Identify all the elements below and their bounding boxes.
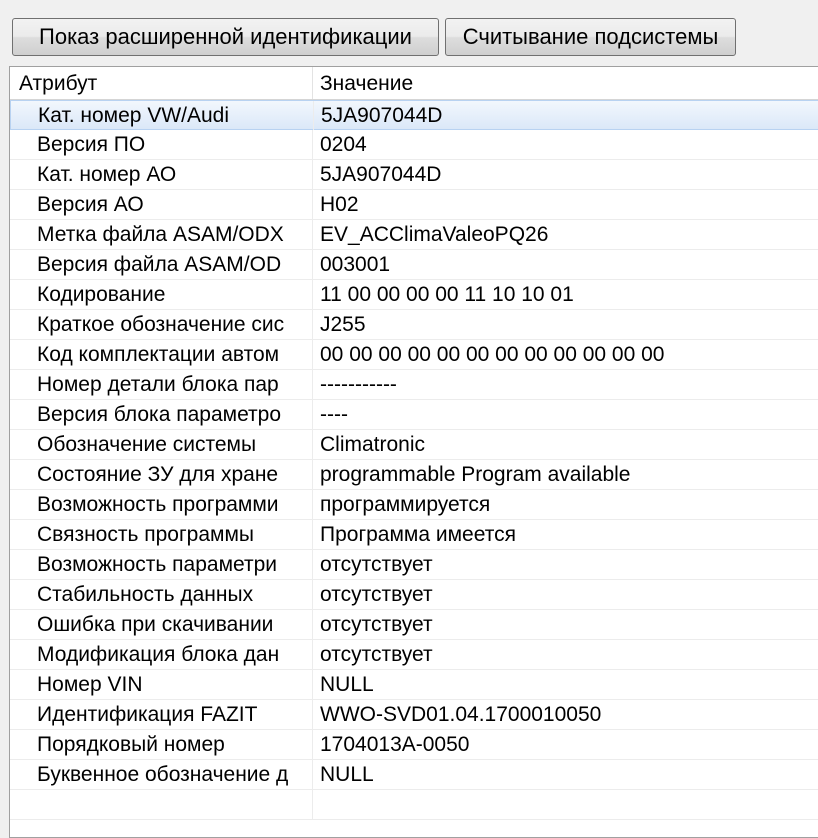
value-cell: 5JA907044D xyxy=(320,163,442,186)
attribute-cell: Стабильность данных xyxy=(10,580,313,609)
table-row[interactable]: Код комплектации автом 00 00 00 00 00 00 … xyxy=(10,340,818,370)
attribute-cell: Код комплектации автом xyxy=(10,340,313,369)
attribute-cell: Метка файла ASAM/ODX xyxy=(10,220,313,249)
attribute-cell: Номер детали блока пар xyxy=(10,370,313,399)
value-cell: ----------- xyxy=(320,373,397,396)
attribute-cell: Кодирование xyxy=(10,280,313,309)
table-header: Атрибут Значение xyxy=(10,67,818,100)
value-cell: 11 00 00 00 00 11 10 10 01 xyxy=(320,283,574,306)
attribute-cell: Версия блока параметро xyxy=(10,400,313,429)
value-cell: 00 00 00 00 00 00 00 00 00 00 00 00 xyxy=(320,343,665,366)
read-subsystem-button[interactable]: Считывание подсистемы xyxy=(445,18,736,56)
value-cell: 5JA907044D xyxy=(321,104,443,127)
attribute-cell: Возможность программи xyxy=(10,490,313,519)
table-row[interactable]: Буквенное обозначение д NULL xyxy=(10,760,818,790)
value-cell: отсутствует xyxy=(320,643,433,666)
value-cell: programmable Program available xyxy=(320,463,631,486)
attribute-cell: Состояние ЗУ для хране xyxy=(10,460,313,489)
value-cell: Climatronic xyxy=(320,433,426,456)
value-cell: EV_ACClimaValeoPQ26 xyxy=(320,223,549,246)
attribute-cell: Обозначение системы xyxy=(10,430,313,459)
attribute-cell: Идентификация FAZIT xyxy=(10,700,313,729)
value-cell: отсутствует xyxy=(320,613,433,636)
attribute-cell: Порядковый номер xyxy=(10,730,313,759)
table-row[interactable]: Кат. номер АО 5JA907044D xyxy=(10,160,818,190)
value-cell: программируется xyxy=(320,493,491,516)
value-cell: WWO-SVD01.04.1700010050 xyxy=(320,703,602,726)
attribute-cell: Буквенное обозначение д xyxy=(10,760,313,789)
table-row[interactable]: Номер VIN NULL xyxy=(10,670,818,700)
value-cell: 0204 xyxy=(320,133,367,156)
attribute-cell: Модификация блока дан xyxy=(10,640,313,669)
table-row[interactable]: Состояние ЗУ для хране programmable Progr… xyxy=(10,460,818,490)
attribute-cell: Краткое обозначение сис xyxy=(10,310,313,339)
value-cell: ---- xyxy=(320,403,348,426)
table-row[interactable]: Краткое обозначение сис J255 xyxy=(10,310,818,340)
value-cell: 1704013A-0050 xyxy=(320,733,470,756)
table-row[interactable]: Версия блока параметро ---- xyxy=(10,400,818,430)
table-row[interactable]: Ошибка при скачивании отсутствует xyxy=(10,610,818,640)
table-row[interactable]: Связность программы Программа имеется xyxy=(10,520,818,550)
attribute-cell: Возможность параметри xyxy=(10,550,313,579)
attribute-cell xyxy=(10,790,313,819)
value-cell: 003001 xyxy=(320,253,391,276)
column-header-attribute[interactable]: Атрибут xyxy=(10,67,313,99)
value-cell xyxy=(313,790,818,819)
table-row[interactable]: Версия ПО 0204 xyxy=(10,130,818,160)
table-row[interactable]: Идентификация FAZIT WWO-SVD01.04.17000100… xyxy=(10,700,818,730)
table-row[interactable]: Кат. номер VW/Audi 5JA907044D xyxy=(10,100,818,130)
attribute-cell: Версия ПО xyxy=(10,130,313,159)
attribute-cell: Кат. номер АО xyxy=(10,160,313,189)
table-row[interactable]: Возможность программи программируется xyxy=(10,490,818,520)
attribute-cell: Кат. номер VW/Audi xyxy=(11,101,314,130)
table-row[interactable]: Метка файла ASAM/ODX EV_ACClimaValeoPQ26 xyxy=(10,220,818,250)
table-row[interactable]: Версия файла ASAM/OD 003001 xyxy=(10,250,818,280)
table-row[interactable]: Версия АО H02 xyxy=(10,190,818,220)
table-row[interactable]: Обозначение системы Climatronic xyxy=(10,430,818,460)
attribute-cell: Номер VIN xyxy=(10,670,313,699)
table-body: Кат. номер VW/Audi 5JA907044D Версия ПО 020… xyxy=(10,100,818,820)
table-row[interactable]: Порядковый номер 1704013A-0050 xyxy=(10,730,818,760)
identification-table: Атрибут Значение Кат. номер VW/Audi 5JA90… xyxy=(9,66,818,838)
attribute-cell: Ошибка при скачивании xyxy=(10,610,313,639)
value-cell: NULL xyxy=(320,673,374,696)
table-row[interactable]: Возможность параметри отсутствует xyxy=(10,550,818,580)
value-cell: отсутствует xyxy=(320,583,433,606)
table-row[interactable] xyxy=(10,790,818,820)
value-cell: NULL xyxy=(320,763,374,786)
table-row[interactable]: Номер детали блока пар ----------- xyxy=(10,370,818,400)
table-row[interactable]: Стабильность данных отсутствует xyxy=(10,580,818,610)
value-cell: J255 xyxy=(320,313,366,336)
attribute-cell: Версия файла ASAM/OD xyxy=(10,250,313,279)
value-cell: Программа имеется xyxy=(320,523,516,546)
value-cell: отсутствует xyxy=(320,553,433,576)
table-row[interactable]: Модификация блока дан отсутствует xyxy=(10,640,818,670)
show-extended-identification-button[interactable]: Показ расширенной идентификации xyxy=(12,18,439,56)
value-cell: H02 xyxy=(320,193,359,216)
attribute-cell: Версия АО xyxy=(10,190,313,219)
toolbar: Показ расширенной идентификации Считыван… xyxy=(0,0,818,66)
table-row[interactable]: Кодирование 11 00 00 00 00 11 10 10 01 xyxy=(10,280,818,310)
column-header-value[interactable]: Значение xyxy=(313,67,818,99)
attribute-cell: Связность программы xyxy=(10,520,313,549)
